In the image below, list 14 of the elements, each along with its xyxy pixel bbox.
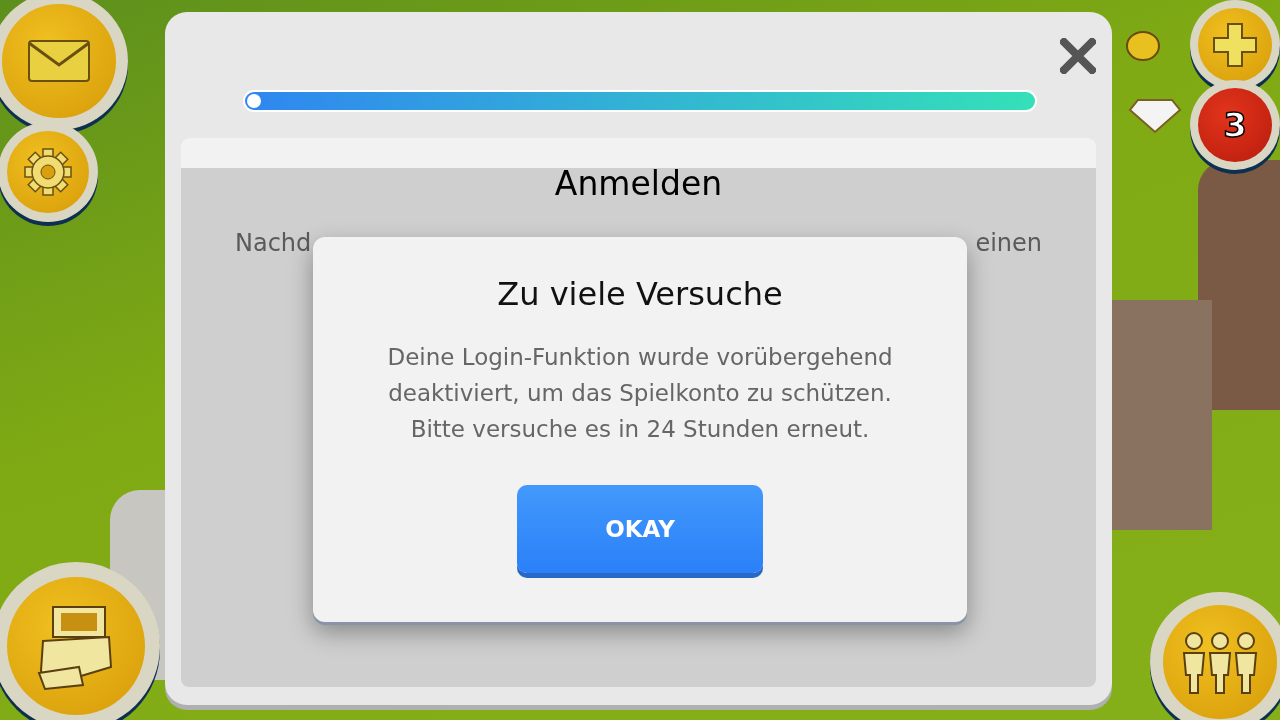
envelope-icon: [27, 37, 91, 85]
mail-button[interactable]: [0, 0, 128, 130]
instruction-text-end: einen: [975, 229, 1042, 257]
gear-icon: [23, 147, 73, 197]
dialog-message: Deine Login-Funktion wurde vorübergehend deaktiviert, um das Spielkonto zu schützen. Bitte versuche es in 24 Stunden erneut.: [387, 343, 893, 444]
close-icon: [1060, 38, 1096, 74]
close-button[interactable]: [1060, 38, 1096, 74]
coin-icon: [1125, 28, 1161, 64]
dialog-title: Zu viele Versuche: [497, 275, 783, 313]
card-title: Anmelden: [554, 164, 723, 203]
notification-count: 3: [1223, 105, 1247, 145]
diamond-icon: [1128, 98, 1182, 134]
plus-icon: [1210, 20, 1260, 70]
instruction-text-start: Nachd: [235, 229, 312, 257]
